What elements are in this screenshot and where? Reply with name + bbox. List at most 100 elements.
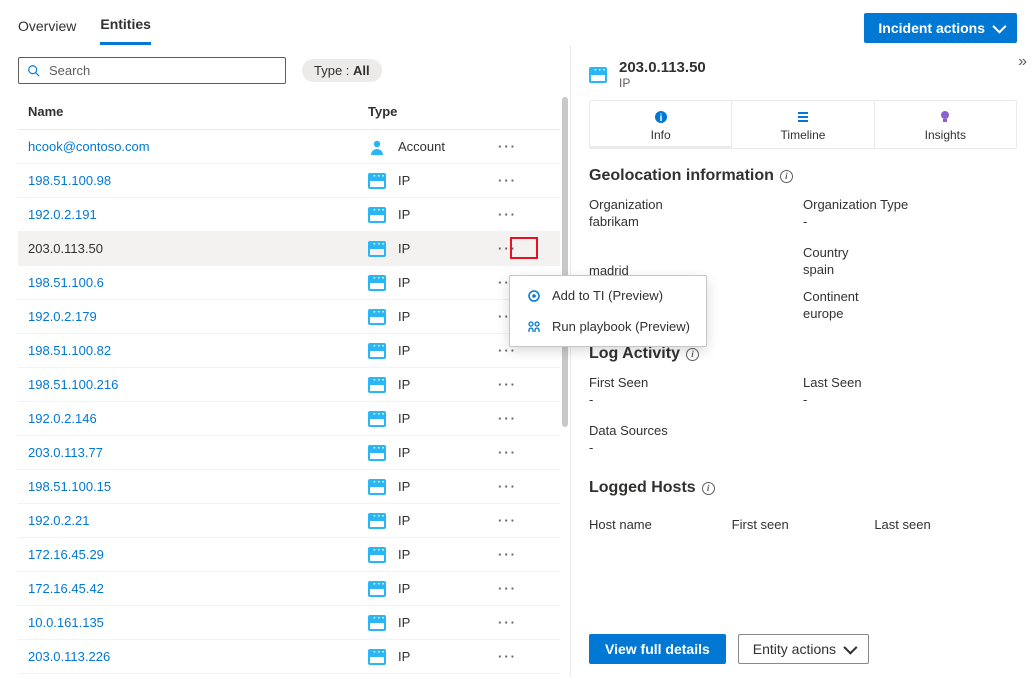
table-row[interactable]: 172.16.45.42 IP ··· xyxy=(18,572,560,606)
orgtype-value: - xyxy=(803,214,1017,229)
continent-label: Continent xyxy=(803,289,1017,304)
entity-link[interactable]: 192.0.2.21 xyxy=(28,513,89,528)
org-label: Organization xyxy=(589,197,803,212)
ip-icon xyxy=(368,513,386,529)
lastseen-label: Last Seen xyxy=(803,375,1017,390)
entity-link[interactable]: 172.16.45.29 xyxy=(28,547,104,562)
ip-icon xyxy=(368,343,386,359)
ip-icon xyxy=(368,275,386,291)
expand-panel-icon[interactable] xyxy=(1018,53,1027,71)
search-box[interactable] xyxy=(18,57,286,84)
timeline-icon xyxy=(796,109,810,125)
entity-link[interactable]: 198.51.100.6 xyxy=(28,275,104,290)
info-tooltip-icon[interactable]: i xyxy=(780,170,793,183)
ip-icon xyxy=(368,581,386,597)
entity-link[interactable]: 198.51.100.82 xyxy=(28,343,111,358)
entity-link[interactable]: 203.0.113.226 xyxy=(28,649,110,664)
row-actions-button[interactable]: ··· xyxy=(498,649,517,664)
entity-link[interactable]: hcook@contoso.com xyxy=(28,139,150,154)
table-row[interactable]: 192.0.2.146IP··· xyxy=(18,402,560,436)
entity-link[interactable]: 203.0.113.50 xyxy=(28,241,103,256)
ip-icon xyxy=(368,207,386,223)
tab-insights-label: Insights xyxy=(925,128,966,142)
entity-actions-button[interactable]: Entity actions xyxy=(738,634,869,664)
entity-actions-label: Entity actions xyxy=(753,641,836,657)
row-actions-button[interactable]: ··· xyxy=(498,411,517,426)
ip-icon xyxy=(368,309,386,325)
info-tooltip-icon[interactable]: i xyxy=(702,482,715,495)
tab-entities[interactable]: Entities xyxy=(100,10,151,45)
row-actions-button[interactable]: ··· xyxy=(498,581,517,596)
entity-link[interactable]: 192.0.2.191 xyxy=(28,207,97,222)
entity-type-label: IP xyxy=(398,241,410,256)
table-row[interactable]: 10.0.161.135IP··· xyxy=(18,606,560,640)
table-row[interactable]: 192.0.2.179IP··· xyxy=(18,300,560,334)
table-row[interactable]: 198.51.100.15IP··· xyxy=(18,470,560,504)
col-header-type[interactable]: Type xyxy=(368,104,498,119)
incident-actions-label: Incident actions xyxy=(878,20,985,36)
row-actions-button[interactable]: ··· xyxy=(498,615,517,630)
continent-value: europe xyxy=(803,306,1017,321)
search-input[interactable] xyxy=(49,63,277,78)
row-actions-button[interactable]: ··· xyxy=(498,139,517,154)
row-actions-button[interactable]: ··· xyxy=(498,479,517,494)
row-actions-button[interactable]: ··· xyxy=(498,173,517,188)
table-row[interactable]: 198.51.100.98 IP ··· xyxy=(18,164,560,198)
row-actions-button[interactable]: ··· xyxy=(498,241,517,256)
scrollbar[interactable] xyxy=(560,97,570,678)
entity-header: 203.0.113.50 IP xyxy=(589,59,1017,90)
context-menu-item[interactable]: Add to TI (Preview) xyxy=(510,280,706,311)
logactivity-grid: First Seen - Last Seen - Data Sources - xyxy=(589,375,1017,455)
geolocation-title-text: Geolocation information xyxy=(589,167,774,185)
table-row[interactable]: 198.51.100.216IP··· xyxy=(18,368,560,402)
table-row[interactable]: hcook@contoso.com Account ··· xyxy=(18,130,560,164)
entity-link[interactable]: 203.0.113.77 xyxy=(28,445,103,460)
context-menu-item[interactable]: Run playbook (Preview) xyxy=(510,311,706,342)
entity-link[interactable]: 198.51.100.15 xyxy=(28,479,111,494)
insights-icon xyxy=(938,109,952,125)
target-icon xyxy=(526,289,542,303)
entity-type-label: Account xyxy=(398,139,445,154)
table-row[interactable]: 198.51.100.6IP··· xyxy=(18,266,560,300)
datasources-label: Data Sources xyxy=(589,423,803,438)
table-row[interactable]: 198.51.100.82IP··· xyxy=(18,334,560,368)
table-row[interactable]: 203.0.113.50 IP ··· xyxy=(18,232,560,266)
col-header-name[interactable]: Name xyxy=(28,104,368,119)
table-row[interactable]: 192.0.2.21IP··· xyxy=(18,504,560,538)
row-actions-button[interactable]: ··· xyxy=(498,377,517,392)
table-row[interactable]: 192.0.2.191IP··· xyxy=(18,198,560,232)
entity-link[interactable]: 198.51.100.216 xyxy=(28,377,118,392)
ip-icon xyxy=(368,445,386,461)
entity-type-label: IP xyxy=(398,275,410,290)
entity-link[interactable]: 172.16.45.42 xyxy=(28,581,104,596)
row-actions-button[interactable]: ··· xyxy=(498,207,517,222)
view-full-details-button[interactable]: View full details xyxy=(589,634,726,664)
firstseen-value: - xyxy=(589,392,803,407)
entity-type-label: IP xyxy=(398,581,410,596)
table-body: hcook@contoso.comAccount···198.51.100.98… xyxy=(18,130,560,678)
details-tabs: i Info Timeline Insights xyxy=(589,100,1017,149)
entity-link[interactable]: 198.51.100.98 xyxy=(28,173,111,188)
tab-insights[interactable]: Insights xyxy=(875,101,1016,148)
table-row[interactable]: 203.0.113.77IP··· xyxy=(18,436,560,470)
entity-details-panel: 203.0.113.50 IP i Info Timeline Insights… xyxy=(570,45,1035,678)
entity-link[interactable]: 10.0.161.135 xyxy=(28,615,104,630)
row-actions-button[interactable]: ··· xyxy=(498,445,517,460)
info-tooltip-icon[interactable]: i xyxy=(686,348,699,361)
incident-actions-button[interactable]: Incident actions xyxy=(864,13,1017,43)
table-row[interactable]: 172.16.45.29IP··· xyxy=(18,538,560,572)
entity-link[interactable]: 192.0.2.179 xyxy=(28,309,97,324)
tab-info[interactable]: i Info xyxy=(590,101,732,148)
ip-icon xyxy=(368,649,386,665)
type-filter-pill[interactable]: Type : All xyxy=(302,59,382,82)
row-actions-button[interactable]: ··· xyxy=(498,513,517,528)
entity-type-label: IP xyxy=(398,173,410,188)
entity-link[interactable]: 192.0.2.146 xyxy=(28,411,97,426)
table-row[interactable]: 203.0.113.226 IP ··· xyxy=(18,640,560,674)
tab-overview[interactable]: Overview xyxy=(18,12,76,44)
entity-type-label: IP xyxy=(398,649,410,664)
ip-icon xyxy=(368,173,386,189)
row-actions-button[interactable]: ··· xyxy=(498,547,517,562)
tab-timeline[interactable]: Timeline xyxy=(732,101,874,148)
hosts-col-hostname: Host name xyxy=(589,517,732,532)
